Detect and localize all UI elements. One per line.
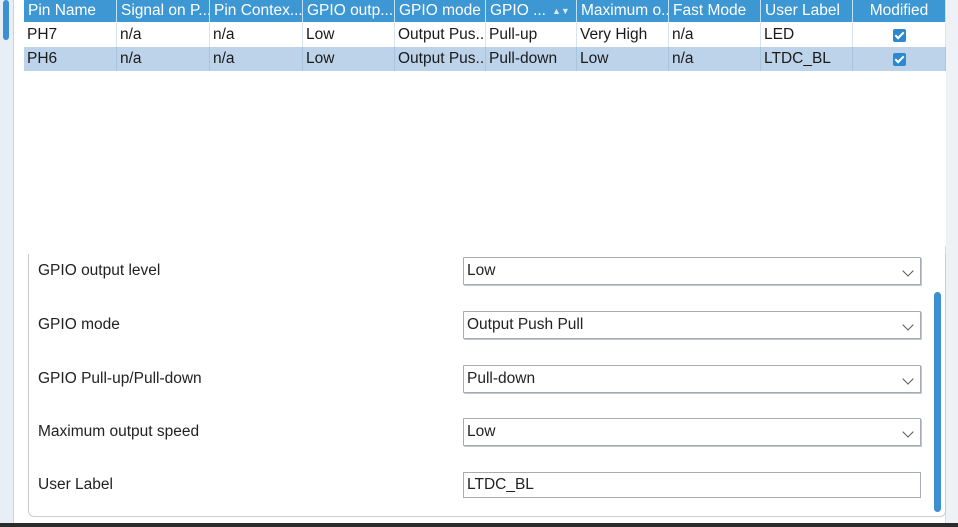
user-label-label: User Label [38, 476, 113, 493]
pull-label: GPIO Pull-up/Pull-down [38, 370, 202, 387]
sort-icon: ▲▼ [551, 6, 570, 16]
cell-context: n/a [210, 47, 303, 71]
user-label-input[interactable]: LTDC_BL [463, 472, 921, 498]
user-label-value: LTDC_BL [467, 476, 534, 493]
max-speed-label: Maximum output speed [38, 423, 200, 440]
cell-pull: Pull-down [486, 47, 577, 71]
chevron-down-icon [902, 265, 914, 277]
gpio-mode-select[interactable]: Output Push Pull [463, 311, 921, 339]
column-header-pin-name[interactable]: Pin Name [24, 0, 117, 22]
gpio-mode-value: Output Push Pull [467, 316, 584, 333]
modified-checkbox[interactable] [892, 52, 906, 66]
cell-context: n/a [210, 23, 303, 47]
column-header-modified[interactable]: Modified [853, 0, 946, 22]
chevron-down-icon [902, 373, 914, 385]
cell-modified [853, 23, 946, 47]
column-header-user-label[interactable]: User Label [761, 0, 853, 22]
column-header-gpio-mode[interactable]: GPIO mode [395, 0, 486, 22]
column-header-signal[interactable]: Signal on P... [117, 0, 210, 22]
column-header-max-speed[interactable]: Maximum o... [577, 0, 669, 22]
column-header-label: User Label [765, 2, 840, 19]
window-bottom-border [0, 523, 958, 527]
cell-fast-mode: n/a [669, 23, 761, 47]
max-speed-select[interactable]: Low [463, 418, 921, 446]
left-panel-edge [0, 0, 14, 527]
modified-checkbox[interactable] [892, 28, 906, 42]
cell-pin-name: PH6 [24, 47, 117, 71]
column-header-label: Maximum o... [581, 2, 669, 19]
output-level-label: GPIO output level [38, 262, 161, 279]
gpio-mode-label: GPIO mode [38, 316, 120, 333]
cell-user-label: LTDC_BL [761, 47, 853, 71]
cell-speed: Low [577, 47, 669, 71]
column-header-gpio-pull[interactable]: GPIO ... ▲▼ [486, 0, 577, 22]
column-header-gpio-output[interactable]: GPIO outp... [303, 0, 395, 22]
cell-modified [853, 47, 946, 71]
column-header-label: Signal on P... [121, 2, 210, 19]
pull-value: Pull-down [467, 370, 536, 387]
cell-fast-mode: n/a [669, 47, 761, 71]
left-divider [13, 0, 14, 527]
column-header-label: Pin Name [28, 2, 97, 19]
cell-mode: Output Pus... [395, 23, 486, 47]
output-level-select[interactable]: Low [463, 257, 921, 285]
chevron-down-icon [902, 426, 914, 438]
column-header-pin-context[interactable]: Pin Contex... [210, 0, 303, 22]
column-header-label: Modified [869, 2, 929, 19]
right-panel-edge [945, 0, 958, 527]
cell-output-level: Low [303, 47, 395, 71]
cell-signal: n/a [117, 23, 210, 47]
cell-mode: Output Pus... [395, 47, 486, 71]
chevron-down-icon [902, 319, 914, 331]
table-row[interactable]: PH7 n/a n/a Low Output Pus... Pull-up Ve… [24, 23, 946, 47]
pin-configuration-table: Pin Name Signal on P... Pin Contex... GP… [24, 0, 946, 246]
pull-select[interactable]: Pull-down [463, 365, 921, 393]
column-header-fast-mode[interactable]: Fast Mode [669, 0, 761, 22]
table-row-selected[interactable]: PH6 n/a n/a Low Output Pus... Pull-down … [24, 47, 946, 71]
cell-signal: n/a [117, 47, 210, 71]
pin-properties-panel: GPIO output level Low GPIO mode Output P… [28, 254, 946, 517]
max-speed-value: Low [467, 423, 496, 440]
output-level-value: Low [467, 262, 496, 279]
panel-scrollbar-thumb[interactable] [934, 292, 941, 512]
column-header-label: GPIO ... [490, 2, 546, 20]
cell-pin-name: PH7 [24, 23, 117, 47]
cell-user-label: LED [761, 23, 853, 47]
table-header: Pin Name Signal on P... Pin Contex... GP… [24, 0, 946, 22]
column-header-label: Pin Contex... [214, 2, 303, 19]
cell-output-level: Low [303, 23, 395, 47]
cell-speed: Very High [577, 23, 669, 47]
column-header-label: GPIO mode [399, 2, 481, 19]
column-header-label: Fast Mode [673, 2, 747, 19]
cell-pull: Pull-up [486, 23, 577, 47]
column-header-label: GPIO outp... [307, 2, 394, 19]
left-scrollbar-thumb[interactable] [3, 0, 9, 40]
